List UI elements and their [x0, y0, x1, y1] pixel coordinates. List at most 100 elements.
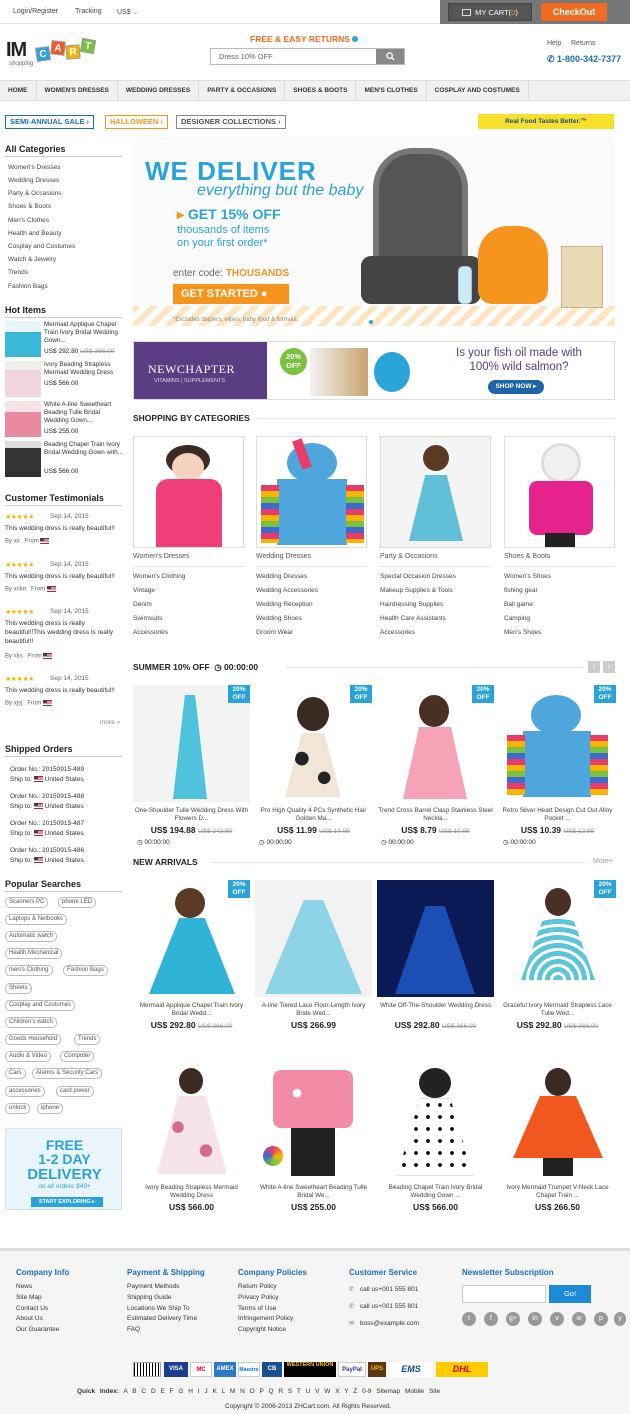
quick-index-letter[interactable]: L: [222, 1388, 225, 1395]
quick-index-letter[interactable]: U: [306, 1388, 311, 1395]
product-card[interactable]: 20% OFF Graceful Ivory Mermaid Strapless …: [499, 880, 616, 1030]
search-tag[interactable]: accessories: [5, 1086, 45, 1097]
vimeo-icon[interactable]: v: [550, 1312, 564, 1326]
category-sub-link[interactable]: Vintage: [133, 587, 244, 595]
product-card[interactable]: Ivory Mermaid Trumpet V-Neck Lace Chapel…: [499, 1062, 616, 1212]
search-tag[interactable]: iphone: [37, 1103, 64, 1114]
new-arrivals-more-link[interactable]: More+: [593, 858, 613, 865]
quick-index-letter[interactable]: S: [288, 1388, 292, 1395]
quick-index-letter[interactable]: T: [297, 1388, 301, 1395]
newchapter-ad[interactable]: NEWCHAPTER VITAMINS | SUPPLEMENTS 20% OFF…: [133, 341, 615, 400]
mobile-site-link[interactable]: Mobile Site: [405, 1388, 440, 1395]
sidebar-cat-fashion-bags[interactable]: Fashion Bags: [8, 283, 48, 290]
search-tag[interactable]: Laptops & Netbooks: [5, 914, 68, 925]
quick-index-letter[interactable]: H: [188, 1388, 193, 1395]
facebook-icon[interactable]: f: [484, 1312, 498, 1326]
twitter-icon[interactable]: t: [462, 1312, 476, 1326]
hero-banner[interactable]: WE DELIVER everything but the baby ▸ GET…: [133, 136, 615, 326]
quick-index-letter[interactable]: F: [170, 1388, 174, 1395]
footer-link-privacy[interactable]: Privacy Policy: [238, 1294, 278, 1301]
quick-index-letter[interactable]: I: [198, 1388, 200, 1395]
help-link[interactable]: Help: [547, 40, 561, 47]
returns-link[interactable]: Returns: [571, 40, 596, 47]
nav-mens-clothes[interactable]: MEN'S CLOTHES: [356, 81, 427, 100]
sitemap-link[interactable]: Sitemap: [376, 1388, 400, 1395]
tracking-link[interactable]: Tracking: [75, 8, 102, 15]
sidebar-cat-wedding-dresses[interactable]: Wedding Dresses: [8, 177, 59, 184]
hot-item[interactable]: White A-line Sweetheart Beading Tulle Br…: [5, 401, 123, 441]
quick-index-letter[interactable]: D: [151, 1388, 156, 1395]
linkedin-icon[interactable]: in: [528, 1312, 542, 1326]
search-tag[interactable]: Goods Household: [5, 1034, 62, 1045]
category-sub-link[interactable]: Makeup Supplies & Tools: [380, 587, 491, 595]
login-register-link[interactable]: Login/Register: [13, 8, 58, 15]
category-sub-link[interactable]: Ball game: [504, 601, 615, 609]
sidebar-cat-watch-jewelry[interactable]: Watch & Jewelry: [8, 256, 56, 263]
category-sub-link[interactable]: Health Care Assistants: [380, 615, 491, 623]
search-input[interactable]: [211, 49, 376, 64]
quick-index-letter[interactable]: N: [240, 1388, 245, 1395]
search-tag[interactable]: Alarms & Security Cars: [32, 1068, 103, 1079]
quick-index-letter[interactable]: Z: [353, 1388, 357, 1395]
product-card[interactable]: A-line Tiered Lace Floor-Length Ivory Br…: [255, 880, 372, 1030]
footer-link-delivery-time[interactable]: Estimated Delivery Time: [127, 1315, 197, 1322]
search-tag[interactable]: Fashion Bags: [63, 965, 108, 976]
shop-now-button[interactable]: SHOP NOW ▸: [488, 380, 544, 394]
quick-index-letter[interactable]: P: [259, 1388, 263, 1395]
product-card[interactable]: 20% OFF Retro Silver Heart Design Cut Out…: [499, 685, 616, 846]
category-sub-link[interactable]: Wedding Dresses: [256, 573, 367, 581]
category-image[interactable]: [380, 436, 491, 548]
sidebar-cat-party-occasions[interactable]: Party & Occasions: [8, 190, 61, 197]
nav-party-occasions[interactable]: PARTY & OCCASIONS: [199, 81, 286, 100]
free-returns-banner[interactable]: FREE & EASY RETURNS: [250, 34, 358, 44]
quick-index-letter[interactable]: X: [335, 1388, 339, 1395]
search-tag[interactable]: card power: [56, 1086, 94, 1097]
footer-link-news[interactable]: News: [16, 1283, 32, 1290]
footer-link-locations[interactable]: Locations We Ship To: [127, 1305, 190, 1312]
search-tag[interactable]: Cars: [5, 1068, 26, 1079]
quick-index-letter[interactable]: 0-9: [362, 1388, 371, 1395]
category-sub-link[interactable]: Special Occasion Dresses: [380, 573, 491, 581]
sidebar-cat-shoes-boots[interactable]: Shoes & Boots: [8, 203, 51, 210]
site-logo[interactable]: IM C A R T shopping: [6, 33, 116, 71]
sidebar-cat-womens-dresses[interactable]: Women's Dresses: [8, 164, 60, 171]
nav-home[interactable]: HOME: [0, 81, 37, 100]
category-sub-link[interactable]: Wedding Accessories: [256, 587, 367, 595]
sidebar-cat-health-beauty[interactable]: Health and Beauty: [8, 230, 61, 237]
category-sub-link[interactable]: Hairdressing Supplies: [380, 601, 491, 609]
footer-link-guarantee[interactable]: Our Guarantee: [16, 1326, 59, 1333]
quick-index-letter[interactable]: Q: [268, 1388, 273, 1395]
carousel-next-button[interactable]: ›: [603, 661, 615, 673]
footer-link-sitemap[interactable]: Site Map: [16, 1294, 42, 1301]
quick-index-letter[interactable]: O: [250, 1388, 255, 1395]
category-image[interactable]: [256, 436, 367, 548]
search-tag[interactable]: Scanners PC: [5, 897, 49, 908]
my-cart-button[interactable]: MY CART(0): [448, 3, 532, 21]
quick-index-letter[interactable]: R: [278, 1388, 283, 1395]
nav-shoes-boots[interactable]: SHOES & BOOTS: [285, 81, 357, 100]
category-title[interactable]: Shoes & Boots: [504, 553, 615, 567]
footer-link-faq[interactable]: FAQ: [127, 1326, 140, 1333]
quick-index-letter[interactable]: G: [178, 1388, 183, 1395]
search-tag[interactable]: Computer: [60, 1051, 95, 1062]
category-sub-link[interactable]: fishing gear: [504, 587, 615, 595]
search-tag[interactable]: Sheets: [5, 983, 32, 994]
sidebar-cat-trends[interactable]: Trends: [8, 269, 28, 276]
search-tag[interactable]: Cosplay and Costumes: [5, 1000, 76, 1011]
search-tag[interactable]: phone LED: [58, 897, 97, 908]
google-plus-icon[interactable]: g+: [506, 1312, 520, 1326]
search-tag[interactable]: Health Mechanical: [5, 948, 63, 959]
product-card[interactable]: 20% OFF Trend Cross Barrel Clasp Stainles…: [377, 685, 494, 846]
footer-link-return-policy[interactable]: Return Policy: [238, 1283, 277, 1290]
category-title[interactable]: Wedding Dresses: [256, 553, 367, 567]
quick-index-letter[interactable]: V: [315, 1388, 319, 1395]
quick-index-letter[interactable]: A: [123, 1388, 127, 1395]
category-sub-link[interactable]: Swimsuits: [133, 615, 244, 623]
quick-index-letter[interactable]: E: [160, 1388, 164, 1395]
footer-link-shipping-guide[interactable]: Shipping Guide: [127, 1294, 171, 1301]
category-sub-link[interactable]: Women's Clothing: [133, 573, 244, 581]
youtube-icon[interactable]: y: [614, 1312, 626, 1326]
search-tag[interactable]: Trends: [74, 1034, 101, 1045]
newsletter-go-button[interactable]: Go!: [549, 1285, 591, 1303]
product-card[interactable]: Beading Chapel Train Ivory Bridal Weddin…: [377, 1062, 494, 1212]
